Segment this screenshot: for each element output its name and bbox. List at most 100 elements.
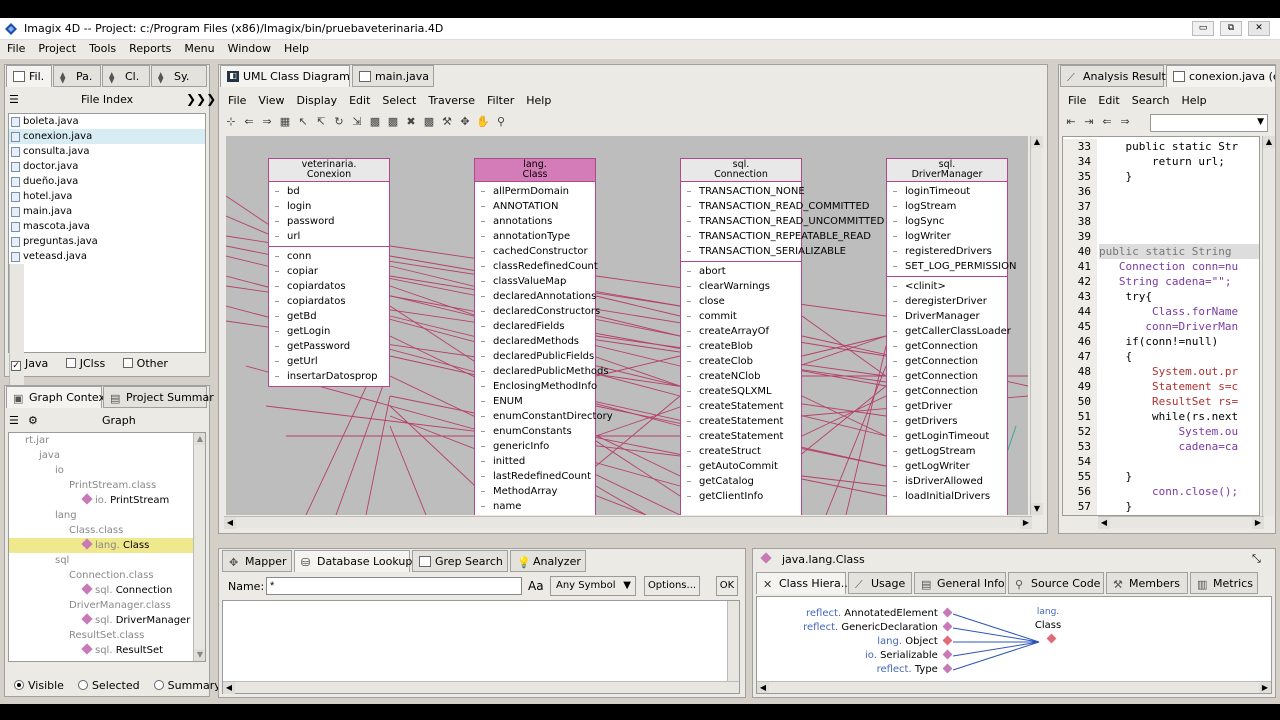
move-icon[interactable]: ↸ <box>313 114 329 130</box>
list-item[interactable]: boleta.java <box>9 114 205 129</box>
pin-icon[interactable]: ⚲ <box>493 114 509 130</box>
grid-alt-icon[interactable]: ▩ <box>385 114 401 130</box>
code-menu-search[interactable]: Search <box>1126 91 1176 107</box>
resize-icon[interactable]: ⤡ <box>1252 552 1261 566</box>
uml-menu-filter[interactable]: Filter <box>481 91 520 107</box>
graph-link-icon[interactable]: ⚙ <box>28 414 38 427</box>
uml-menu-display[interactable]: Display <box>291 91 344 107</box>
code-search-select[interactable]: ▼ <box>1150 114 1268 132</box>
tab-packages[interactable]: ⧫ Pa. <box>53 65 101 87</box>
uml-class-lang-class[interactable]: lang. Class allPermDomain ANNOTATION annota… <box>474 158 613 515</box>
pan-icon[interactable]: ⇲ <box>349 114 365 130</box>
code-hscroll[interactable]: ◀ ▶ <box>1098 516 1264 529</box>
list-item[interactable]: hotel.java <box>9 189 205 204</box>
select-arrow-icon[interactable]: ↖ <box>295 114 311 130</box>
uml-menu-view[interactable]: View <box>252 91 290 107</box>
tab-files[interactable]: Fil. <box>6 65 52 87</box>
supertype-node[interactable]: reflect. AnnotatedElement <box>797 607 953 621</box>
uml-menu-select[interactable]: Select <box>376 91 422 107</box>
rotate-icon[interactable]: ↻ <box>331 114 347 130</box>
tree-node[interactable]: ResultSet.class <box>9 628 205 643</box>
grid-icon[interactable]: ▩ <box>421 114 437 130</box>
expand-icon[interactable]: ❯❯❯ <box>186 92 216 106</box>
tree-node[interactable]: rt.jar <box>9 433 205 448</box>
list-item[interactable]: veteasd.java <box>9 249 205 264</box>
nav-forward-icon[interactable]: ⇥ <box>1081 114 1097 130</box>
tab-main-java[interactable]: main.java <box>352 65 434 87</box>
tree-node[interactable]: sql. ResultSet <box>9 643 205 658</box>
grid-icon[interactable]: ▩ <box>367 114 383 130</box>
tab-grep-search[interactable]: Grep Search <box>412 550 508 572</box>
tab-members[interactable]: ⚒ Members <box>1106 572 1188 594</box>
uml-class-drivermanager[interactable]: sql. DriverManager loginTimeout logStream l… <box>886 158 1016 515</box>
class-hierarchy-view[interactable]: reflect. AnnotatedElement reflect. Gener… <box>756 596 1272 694</box>
forward-icon[interactable]: ⇒ <box>259 114 275 130</box>
cross-icon[interactable]: ✖ <box>403 114 419 130</box>
list-item[interactable]: doctor.java <box>9 159 205 174</box>
uml-menu-file[interactable]: File <box>222 91 252 107</box>
summary-radio[interactable]: Summary <box>153 679 221 692</box>
uml-class-connection[interactable]: sql. Connection TRANSACTION_NONE TRANSACTI… <box>680 158 884 515</box>
menu-window[interactable]: Window <box>221 40 277 55</box>
tree-node-selected[interactable]: lang. Class <box>9 538 205 553</box>
selected-radio[interactable]: Selected <box>77 679 140 692</box>
tab-metrics[interactable]: ▥ Metrics <box>1190 572 1258 594</box>
tab-mapper[interactable]: ✥ Mapper <box>222 550 292 572</box>
list-item[interactable]: preguntas.java <box>9 234 205 249</box>
layout-icon[interactable]: ▦ <box>277 114 293 130</box>
menu-tools[interactable]: Tools <box>82 40 122 55</box>
tab-analyzer[interactable]: 💡 Analyzer <box>510 550 586 572</box>
jclass-filter-checkbox[interactable]: JClss <box>65 357 105 370</box>
nav-back-icon[interactable]: ⇤ <box>1063 114 1079 130</box>
tree-node[interactable]: java <box>9 448 205 463</box>
nav-next-icon[interactable]: ⇒ <box>1117 114 1133 130</box>
java-filter-checkbox[interactable]: ✓ Java <box>11 357 48 371</box>
name-input[interactable] <box>266 577 522 595</box>
list-item[interactable]: dueño.java <box>9 174 205 189</box>
menu-menu[interactable]: Menu <box>177 40 220 55</box>
lookup-hscroll[interactable]: ◀ <box>223 681 739 694</box>
tab-classes[interactable]: ⧫ Cl. <box>102 65 150 87</box>
symbol-type-select[interactable]: Any Symbol ▼ <box>550 576 636 596</box>
options-button[interactable]: Options... <box>644 576 700 596</box>
list-item[interactable]: main.java <box>9 204 205 219</box>
code-menu-edit[interactable]: Edit <box>1092 91 1125 107</box>
tree-node[interactable]: io <box>9 463 205 478</box>
target-class-node[interactable]: lang. Class <box>1033 605 1063 647</box>
code-menu-help[interactable]: Help <box>1176 91 1213 107</box>
hierarchy-hscroll[interactable]: ◀ ▶ <box>757 681 1271 693</box>
tab-conexion-java[interactable]: conexion.java (e. <box>1166 65 1276 87</box>
menu-project[interactable]: Project <box>31 40 82 55</box>
menu-help[interactable]: Help <box>277 40 315 55</box>
uml-menu-edit[interactable]: Edit <box>343 91 376 107</box>
list-item[interactable]: consulta.java <box>9 144 205 159</box>
minimize-button[interactable]: ▭ <box>1192 21 1214 36</box>
menu-file[interactable]: File <box>0 40 31 55</box>
lookup-vscroll[interactable] <box>727 601 739 681</box>
tab-project-summary[interactable]: ▤ Project Summar <box>103 386 214 408</box>
tab-class-hierarchy[interactable]: ✕ Class Hiera.. <box>756 572 848 594</box>
tool-icon[interactable]: ⚒ <box>439 114 455 130</box>
tab-usage[interactable]: ⟋ Usage <box>848 572 912 594</box>
graph-menu-icon[interactable]: ☰ <box>9 414 19 427</box>
code-vscroll[interactable]: ▲ <box>1262 136 1275 516</box>
supertype-node[interactable]: reflect. GenericDeclaration <box>797 621 953 635</box>
tab-analysis-results[interactable]: ⟋ Analysis Results <box>1060 65 1172 87</box>
file-index-menu-icon[interactable]: ☰ <box>9 93 19 106</box>
match-case-toggle[interactable]: Aa <box>528 579 544 593</box>
supertype-node[interactable]: io. Serializable <box>797 649 953 663</box>
tree-node[interactable]: io. PrintStream <box>9 493 205 508</box>
tab-uml-diagram[interactable]: ◧ UML Class Diagram <box>220 65 350 87</box>
code-editor[interactable]: 33 34 35 36 37 38 39 40 41 42 43 44 45 46 47 48 49 50 51 52… <box>1062 136 1260 516</box>
tree-node[interactable]: PrintStream.class <box>9 478 205 493</box>
back-icon[interactable]: ⇐ <box>241 114 257 130</box>
menu-reports[interactable]: Reports <box>122 40 177 55</box>
tree-node[interactable]: Connection.class <box>9 568 205 583</box>
code-menu-file[interactable]: File <box>1062 91 1092 107</box>
uml-menu-traverse[interactable]: Traverse <box>422 91 481 107</box>
list-item[interactable]: conexion.java <box>9 129 205 144</box>
tree-node[interactable]: lang <box>9 508 205 523</box>
drag-icon[interactable]: ✥ <box>457 114 473 130</box>
list-item[interactable]: mascota.java <box>9 219 205 234</box>
uml-class-conexion[interactable]: veterinaria. Conexion bd login password url … <box>268 158 390 387</box>
